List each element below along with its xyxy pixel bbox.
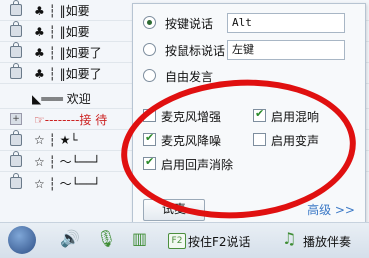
mic-boost-checkbox[interactable]	[143, 107, 156, 122]
radio-mouse[interactable]	[143, 43, 156, 56]
advanced-link[interactable]: 高级 >>	[307, 201, 355, 218]
voice-settings-popup: 按键说话 Alt 按鼠标说话 左键 自由发言 麦克风增强 启用混响 麦克风降噪 …	[132, 3, 366, 226]
hotkey-label: 按键说话	[165, 17, 214, 31]
echo-cancel-label: 启用回声消除	[161, 158, 234, 172]
mouse-key-input[interactable]: 左键	[227, 40, 345, 60]
expand-icon[interactable]: +	[10, 113, 22, 125]
push-to-talk-button[interactable]: 按住F2说话	[188, 233, 251, 250]
equalizer-icon[interactable]: ▥	[132, 231, 147, 247]
free-talk-label: 自由发言	[165, 70, 214, 84]
voice-change-label: 启用变声	[271, 134, 320, 148]
lock-icon	[10, 0, 22, 16]
lock-icon	[10, 151, 22, 167]
voice-change-checkbox[interactable]	[253, 133, 266, 146]
avatar[interactable]	[8, 226, 36, 254]
test-mic-button[interactable]: 试麦	[143, 199, 205, 221]
music-note-icon[interactable]: ♫	[282, 231, 296, 247]
hotkey-input[interactable]: Alt	[227, 13, 345, 33]
radio-free[interactable]	[143, 69, 156, 82]
noise-reduce-label: 麦克风降噪	[161, 134, 222, 148]
f2-key-icon: F2	[168, 233, 186, 249]
play-accompaniment-button[interactable]: 播放伴奏	[303, 233, 351, 250]
mic-boost-label: 麦克风增强	[161, 110, 222, 124]
lock-icon	[10, 21, 22, 37]
lock-icon	[10, 130, 22, 146]
lock-icon	[10, 63, 22, 79]
reverb-label: 启用混响	[271, 110, 320, 124]
microphone-icon[interactable]: 🎙	[96, 231, 116, 247]
speaker-icon[interactable]: 🔊	[60, 231, 80, 247]
reverb-checkbox[interactable]	[253, 107, 266, 122]
lock-icon	[10, 42, 22, 58]
radio-hotkey[interactable]	[143, 16, 156, 29]
mouse-label: 按鼠标说话	[165, 44, 226, 58]
noise-reduce-checkbox[interactable]	[143, 131, 156, 146]
lock-icon	[10, 173, 22, 189]
echo-cancel-checkbox[interactable]	[143, 155, 156, 170]
